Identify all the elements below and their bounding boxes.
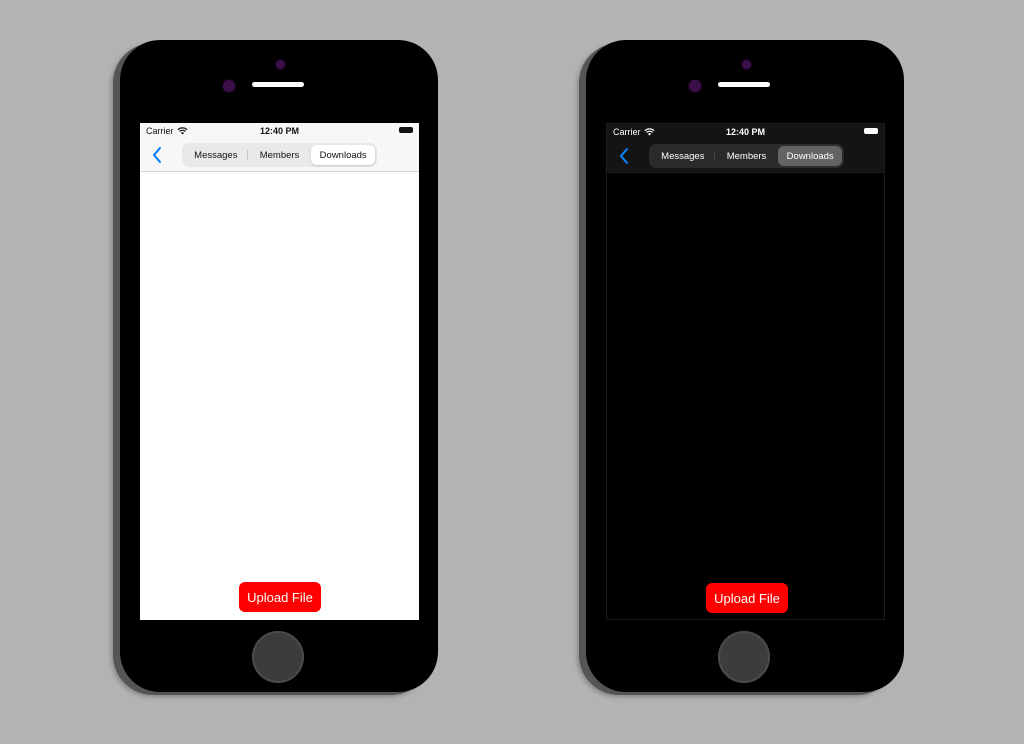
tab-label: Downloads	[786, 150, 834, 162]
phone-light: Carrier 12:40 PM Messages Members Downlo…	[120, 40, 438, 692]
screen: Carrier 12:40 PM Messages Members Downlo…	[140, 123, 419, 620]
tab-label: Messages	[194, 149, 238, 161]
segmented-control: Messages Members Downloads	[649, 144, 844, 168]
status-bar: Carrier 12:40 PM	[607, 124, 884, 140]
clock: 12:40 PM	[259, 126, 300, 136]
battery-icon	[399, 127, 413, 133]
tab-messages[interactable]: Messages	[184, 145, 248, 165]
tab-members[interactable]: Members	[715, 146, 779, 166]
home-button[interactable]	[718, 631, 770, 683]
phone-dark: Carrier 12:40 PM Messages Members Downlo…	[586, 40, 904, 692]
chevron-left-icon[interactable]	[617, 146, 631, 166]
battery-icon	[864, 128, 878, 134]
tab-messages[interactable]: Messages	[651, 146, 715, 166]
speaker-grille	[252, 82, 304, 87]
front-camera-icon	[222, 79, 236, 93]
tab-label: Members	[259, 149, 300, 161]
tab-label: Members	[726, 150, 767, 162]
status-bar: Carrier 12:40 PM	[140, 123, 419, 139]
upload-file-button[interactable]: Upload File	[706, 583, 788, 613]
tab-downloads[interactable]: Downloads	[778, 146, 843, 166]
speaker-grille	[718, 82, 770, 87]
tab-members[interactable]: Members	[248, 145, 312, 165]
upload-file-button[interactable]: Upload File	[239, 582, 321, 612]
home-button[interactable]	[252, 631, 304, 683]
navigation-bar: Messages Members Downloads	[607, 140, 884, 173]
proximity-sensor-icon	[275, 59, 286, 70]
proximity-sensor-icon	[741, 59, 752, 70]
navigation-bar: Messages Members Downloads	[140, 139, 419, 172]
chevron-left-icon[interactable]	[150, 145, 164, 165]
tab-label: Downloads	[319, 149, 367, 161]
segmented-control: Messages Members Downloads	[182, 143, 377, 167]
screen: Carrier 12:40 PM Messages Members Downlo…	[606, 123, 885, 620]
tab-downloads[interactable]: Downloads	[311, 145, 376, 165]
front-camera-icon	[688, 79, 702, 93]
tab-label: Messages	[661, 150, 705, 162]
clock: 12:40 PM	[725, 127, 766, 137]
